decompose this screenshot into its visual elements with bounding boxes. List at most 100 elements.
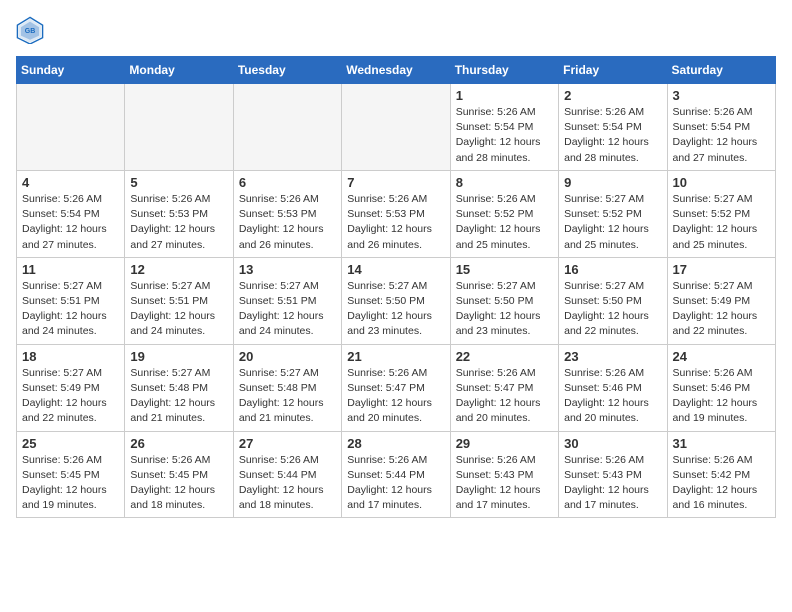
day-info: Sunrise: 5:26 AM Sunset: 5:46 PM Dayligh… [564, 366, 661, 427]
day-header-tuesday: Tuesday [233, 57, 341, 84]
calendar-cell: 20Sunrise: 5:27 AM Sunset: 5:48 PM Dayli… [233, 344, 341, 431]
calendar-cell [17, 84, 125, 171]
day-info: Sunrise: 5:27 AM Sunset: 5:50 PM Dayligh… [347, 279, 444, 340]
day-number: 13 [239, 262, 336, 277]
calendar-cell: 12 Sunrise: 5:27 AM Sunset: 5:51 PM Dayli… [125, 257, 233, 344]
day-header-monday: Monday [125, 57, 233, 84]
calendar-cell: 23 Sunrise: 5:26 AM Sunset: 5:46 PM Dayli… [559, 344, 667, 431]
calendar-cell: 1 Sunrise: 5:26 AM Sunset: 5:54 PM Daylig… [450, 84, 558, 171]
week-row-3: 11 Sunrise: 5:27 AM Sunset: 5:51 PM Dayli… [17, 257, 776, 344]
day-number: 2 [564, 88, 661, 103]
calendar-cell: 7 Sunrise: 5:26 AM Sunset: 5:53 PM Daylig… [342, 170, 450, 257]
day-number: 26 [130, 436, 227, 451]
week-row-4: 18Sunrise: 5:27 AM Sunset: 5:49 PM Dayli… [17, 344, 776, 431]
day-info: Sunrise: 5:26 AM Sunset: 5:43 PM Dayligh… [564, 453, 661, 514]
day-header-friday: Friday [559, 57, 667, 84]
day-number: 3 [673, 88, 770, 103]
day-number: 6 [239, 175, 336, 190]
day-number: 20 [239, 349, 336, 364]
day-number: 21 [347, 349, 444, 364]
day-header-sunday: Sunday [17, 57, 125, 84]
day-info: Sunrise: 5:26 AM Sunset: 5:54 PM Dayligh… [673, 105, 770, 166]
calendar-table: SundayMondayTuesdayWednesdayThursdayFrid… [16, 56, 776, 518]
day-info: Sunrise: 5:26 AM Sunset: 5:46 PM Dayligh… [673, 366, 770, 427]
day-number: 8 [456, 175, 553, 190]
day-number: 25 [22, 436, 119, 451]
day-number: 4 [22, 175, 119, 190]
day-number: 12 [130, 262, 227, 277]
calendar-cell: 17 Sunrise: 5:27 AM Sunset: 5:49 PM Dayli… [667, 257, 775, 344]
calendar-cell: 18Sunrise: 5:27 AM Sunset: 5:49 PM Dayli… [17, 344, 125, 431]
day-info: Sunrise: 5:26 AM Sunset: 5:53 PM Dayligh… [347, 192, 444, 253]
day-info: Sunrise: 5:26 AM Sunset: 5:43 PM Dayligh… [456, 453, 553, 514]
logo: GB [16, 16, 48, 44]
day-number: 18 [22, 349, 119, 364]
calendar-cell: 19Sunrise: 5:27 AM Sunset: 5:48 PM Dayli… [125, 344, 233, 431]
day-info: Sunrise: 5:26 AM Sunset: 5:52 PM Dayligh… [456, 192, 553, 253]
calendar-cell: 11 Sunrise: 5:27 AM Sunset: 5:51 PM Dayli… [17, 257, 125, 344]
day-info: Sunrise: 5:26 AM Sunset: 5:53 PM Dayligh… [239, 192, 336, 253]
day-number: 16 [564, 262, 661, 277]
day-number: 10 [673, 175, 770, 190]
calendar-cell: 28Sunrise: 5:26 AM Sunset: 5:44 PM Dayli… [342, 431, 450, 518]
calendar-cell: 6 Sunrise: 5:26 AM Sunset: 5:53 PM Daylig… [233, 170, 341, 257]
day-info: Sunrise: 5:26 AM Sunset: 5:42 PM Dayligh… [673, 453, 770, 514]
day-number: 11 [22, 262, 119, 277]
day-info: Sunrise: 5:26 AM Sunset: 5:45 PM Dayligh… [130, 453, 227, 514]
calendar-cell: 30 Sunrise: 5:26 AM Sunset: 5:43 PM Dayli… [559, 431, 667, 518]
svg-text:GB: GB [25, 28, 36, 35]
day-number: 17 [673, 262, 770, 277]
calendar-cell: 8 Sunrise: 5:26 AM Sunset: 5:52 PM Daylig… [450, 170, 558, 257]
calendar-cell: 25 Sunrise: 5:26 AM Sunset: 5:45 PM Dayli… [17, 431, 125, 518]
calendar-cell: 2 Sunrise: 5:26 AM Sunset: 5:54 PM Daylig… [559, 84, 667, 171]
day-number: 5 [130, 175, 227, 190]
day-header-wednesday: Wednesday [342, 57, 450, 84]
calendar-cell: 9 Sunrise: 5:27 AM Sunset: 5:52 PM Daylig… [559, 170, 667, 257]
day-info: Sunrise: 5:26 AM Sunset: 5:45 PM Dayligh… [22, 453, 119, 514]
day-info: Sunrise: 5:27 AM Sunset: 5:51 PM Dayligh… [22, 279, 119, 340]
day-info: Sunrise: 5:26 AM Sunset: 5:47 PM Dayligh… [347, 366, 444, 427]
calendar-cell: 14 Sunrise: 5:27 AM Sunset: 5:50 PM Dayli… [342, 257, 450, 344]
day-number: 7 [347, 175, 444, 190]
day-number: 29 [456, 436, 553, 451]
week-row-5: 25 Sunrise: 5:26 AM Sunset: 5:45 PM Dayli… [17, 431, 776, 518]
week-row-1: 1 Sunrise: 5:26 AM Sunset: 5:54 PM Daylig… [17, 84, 776, 171]
day-number: 24 [673, 349, 770, 364]
calendar-cell: 10 Sunrise: 5:27 AM Sunset: 5:52 PM Dayli… [667, 170, 775, 257]
calendar-header-row: SundayMondayTuesdayWednesdayThursdayFrid… [17, 57, 776, 84]
day-info: Sunrise: 5:26 AM Sunset: 5:44 PM Dayligh… [239, 453, 336, 514]
day-info: Sunrise: 5:26 AM Sunset: 5:54 PM Dayligh… [564, 105, 661, 166]
week-row-2: 4 Sunrise: 5:26 AM Sunset: 5:54 PM Daylig… [17, 170, 776, 257]
logo-icon: GB [16, 16, 44, 44]
page-header: GB [16, 16, 776, 44]
day-number: 31 [673, 436, 770, 451]
calendar-cell: 22 Sunrise: 5:26 AM Sunset: 5:47 PM Dayli… [450, 344, 558, 431]
day-number: 23 [564, 349, 661, 364]
day-info: Sunrise: 5:26 AM Sunset: 5:44 PM Dayligh… [347, 453, 444, 514]
day-info: Sunrise: 5:26 AM Sunset: 5:47 PM Dayligh… [456, 366, 553, 427]
calendar-cell: 31 Sunrise: 5:26 AM Sunset: 5:42 PM Dayli… [667, 431, 775, 518]
calendar-cell [233, 84, 341, 171]
day-number: 14 [347, 262, 444, 277]
calendar-cell: 3 Sunrise: 5:26 AM Sunset: 5:54 PM Daylig… [667, 84, 775, 171]
day-info: Sunrise: 5:26 AM Sunset: 5:54 PM Dayligh… [456, 105, 553, 166]
day-number: 30 [564, 436, 661, 451]
calendar-cell: 29 Sunrise: 5:26 AM Sunset: 5:43 PM Dayli… [450, 431, 558, 518]
day-number: 22 [456, 349, 553, 364]
day-number: 1 [456, 88, 553, 103]
calendar-cell: 21 Sunrise: 5:26 AM Sunset: 5:47 PM Dayli… [342, 344, 450, 431]
calendar-cell: 26 Sunrise: 5:26 AM Sunset: 5:45 PM Dayli… [125, 431, 233, 518]
day-number: 9 [564, 175, 661, 190]
calendar-cell: 24 Sunrise: 5:26 AM Sunset: 5:46 PM Dayli… [667, 344, 775, 431]
calendar-cell [342, 84, 450, 171]
day-info: Sunrise: 5:26 AM Sunset: 5:54 PM Dayligh… [22, 192, 119, 253]
day-info: Sunrise: 5:27 AM Sunset: 5:52 PM Dayligh… [564, 192, 661, 253]
day-info: Sunrise: 5:27 AM Sunset: 5:51 PM Dayligh… [130, 279, 227, 340]
day-info: Sunrise: 5:27 AM Sunset: 5:51 PM Dayligh… [239, 279, 336, 340]
day-info: Sunrise: 5:27 AM Sunset: 5:52 PM Dayligh… [673, 192, 770, 253]
day-header-thursday: Thursday [450, 57, 558, 84]
day-header-saturday: Saturday [667, 57, 775, 84]
calendar-cell: 4 Sunrise: 5:26 AM Sunset: 5:54 PM Daylig… [17, 170, 125, 257]
day-info: Sunrise: 5:27 AM Sunset: 5:49 PM Dayligh… [673, 279, 770, 340]
calendar-cell: 13 Sunrise: 5:27 AM Sunset: 5:51 PM Dayli… [233, 257, 341, 344]
